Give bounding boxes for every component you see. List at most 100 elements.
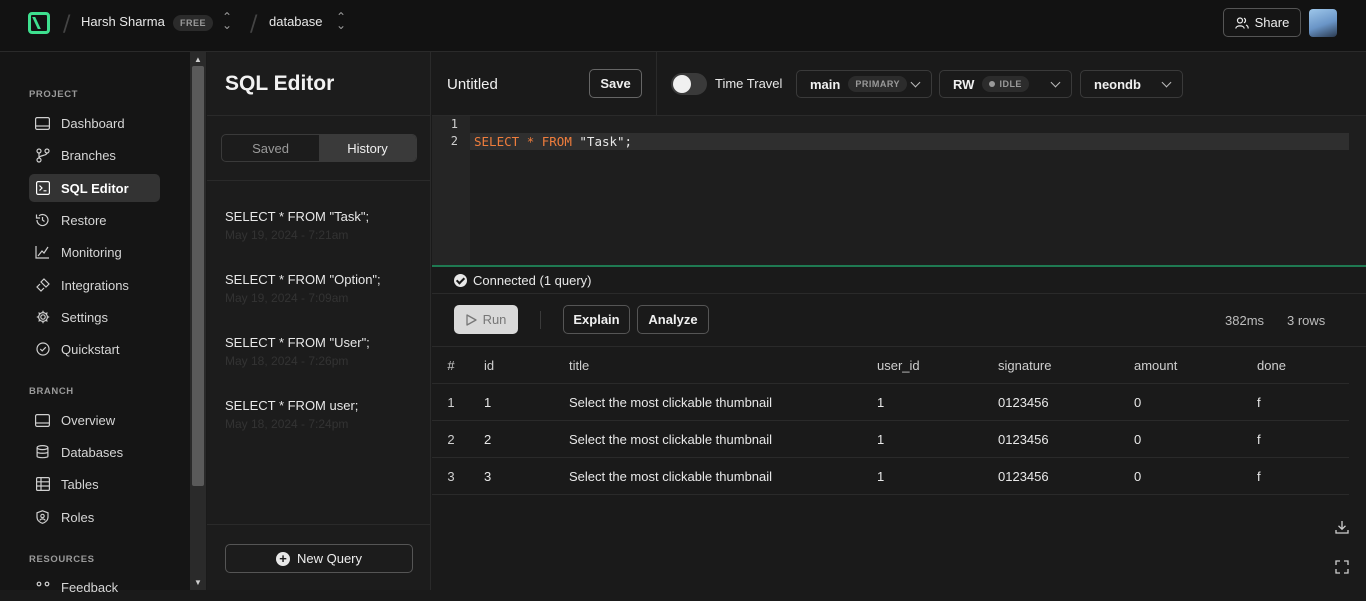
column-header[interactable]: amount — [1134, 358, 1177, 373]
sidebar-item-label: Roles — [61, 509, 95, 525]
table-cell[interactable]: 0 — [1134, 432, 1141, 447]
table-cell[interactable]: 0123456 — [998, 395, 1049, 410]
sidebar-item-roles[interactable]: Roles — [29, 503, 160, 531]
table-cell[interactable]: f — [1257, 432, 1261, 447]
sidebar-item-sql-editor[interactable]: SQL Editor — [29, 174, 160, 202]
scroll-thumb[interactable] — [192, 66, 204, 486]
download-icon[interactable] — [1334, 519, 1350, 535]
column-header[interactable]: id — [484, 358, 494, 373]
sidebar-item-dashboard[interactable]: Dashboard — [29, 109, 160, 137]
new-query-label: New Query — [296, 551, 363, 566]
table-row[interactable]: 2 2 Select the most clickable thumbnail … — [432, 421, 1349, 458]
table-cell[interactable]: 0 — [1134, 469, 1141, 484]
sidebar-item-databases[interactable]: Databases — [29, 438, 160, 466]
sidebar-item-label: SQL Editor — [61, 180, 129, 196]
analyze-button[interactable]: Analyze — [637, 305, 709, 334]
compute-value: RW — [953, 76, 975, 92]
sidebar-item-branches[interactable]: Branches — [29, 141, 160, 169]
gear-icon — [35, 310, 50, 325]
column-header[interactable]: signature — [998, 358, 1051, 373]
table-row[interactable]: 1 1 Select the most clickable thumbnail … — [432, 384, 1349, 421]
sidebar-section-resources: RESOURCES — [29, 554, 95, 565]
run-button[interactable]: Run — [454, 305, 518, 334]
sidebar-item-overview[interactable]: Overview — [29, 406, 160, 434]
history-query: SELECT * FROM "Option"; — [225, 272, 381, 287]
table-cell[interactable]: 1 — [484, 395, 491, 410]
share-button[interactable]: Share — [1223, 8, 1301, 37]
code-line-2[interactable]: SELECT * FROM "Task"; — [474, 133, 632, 150]
tab-saved[interactable]: Saved — [222, 135, 319, 161]
database-select[interactable]: neondb — [1080, 70, 1183, 98]
query-duration: 382ms — [1225, 313, 1265, 328]
time-travel-toggle[interactable] — [671, 73, 707, 95]
column-header[interactable]: title — [569, 358, 589, 373]
table-cell[interactable]: 1 — [877, 432, 884, 447]
line-gutter: 1 2 — [432, 116, 470, 265]
table-cell[interactable]: 1 — [877, 469, 884, 484]
sidebar: PROJECT Dashboard Branches SQL Editor Re… — [0, 52, 190, 595]
scroll-down-icon[interactable]: ▼ — [193, 579, 203, 587]
play-icon — [465, 313, 477, 326]
plan-badge: FREE — [173, 15, 214, 31]
check-circle-icon — [35, 342, 50, 357]
history-item[interactable]: SELECT * FROM user; May 18, 2024 - 7:24p… — [225, 398, 425, 431]
sql-history-panel: SQL Editor Saved History SELECT * FROM "… — [207, 52, 431, 590]
project-switcher-chevron-icon[interactable]: ⌃ ⌄ — [222, 11, 232, 31]
column-header: # — [447, 358, 455, 373]
table-cell[interactable]: f — [1257, 395, 1261, 410]
sidebar-item-label: Tables — [61, 476, 99, 492]
column-header[interactable]: user_id — [877, 358, 920, 373]
scroll-up-icon[interactable]: ▲ — [193, 56, 203, 64]
database-value: neondb — [1094, 76, 1141, 92]
database-switcher-chevron-icon[interactable]: ⌃ ⌄ — [336, 11, 346, 31]
table-cell[interactable]: 0123456 — [998, 469, 1049, 484]
divider — [207, 115, 431, 116]
sql-editor-icon — [35, 181, 50, 196]
sidebar-item-feedback[interactable]: Feedback — [29, 573, 160, 601]
sidebar-item-tables[interactable]: Tables — [29, 470, 160, 498]
chevron-down-icon — [910, 77, 921, 88]
history-item[interactable]: SELECT * FROM "Task"; May 19, 2024 - 7:2… — [225, 209, 425, 242]
sidebar-item-label: Dashboard — [61, 115, 125, 131]
table-cell[interactable]: f — [1257, 469, 1261, 484]
code-editor[interactable]: 1 2 SELECT * FROM "Task"; — [432, 116, 1366, 267]
save-button[interactable]: Save — [589, 69, 642, 98]
explain-button[interactable]: Explain — [563, 305, 630, 334]
table-cell[interactable]: Select the most clickable thumbnail — [569, 469, 772, 484]
table-cell[interactable]: 1 — [877, 395, 884, 410]
history-item[interactable]: SELECT * FROM "Option"; May 19, 2024 - 7… — [225, 272, 425, 305]
column-header[interactable]: done — [1257, 358, 1286, 373]
sidebar-item-quickstart[interactable]: Quickstart — [29, 335, 160, 363]
sidebar-item-label: Monitoring — [61, 244, 122, 260]
table-cell[interactable]: Select the most clickable thumbnail — [569, 395, 772, 410]
database-name[interactable]: database — [269, 14, 323, 29]
neon-logo-icon[interactable] — [28, 12, 50, 34]
history-time: May 18, 2024 - 7:24pm — [225, 417, 349, 431]
table-cell[interactable]: Select the most clickable thumbnail — [569, 432, 772, 447]
table-cell[interactable]: 2 — [484, 432, 491, 447]
table-cell[interactable]: 0123456 — [998, 432, 1049, 447]
history-item[interactable]: SELECT * FROM "User"; May 18, 2024 - 7:2… — [225, 335, 425, 368]
tab-history[interactable]: History — [319, 135, 416, 161]
table-row[interactable]: 3 3 Select the most clickable thumbnail … — [432, 458, 1349, 495]
history-time: May 19, 2024 - 7:09am — [225, 291, 349, 305]
chevron-down-icon — [1050, 77, 1061, 88]
sidebar-item-settings[interactable]: Settings — [29, 303, 160, 331]
avatar[interactable] — [1309, 9, 1337, 37]
sidebar-item-restore[interactable]: Restore — [29, 206, 160, 234]
sidebar-item-monitoring[interactable]: Monitoring — [29, 238, 160, 266]
project-name[interactable]: Harsh Sharma — [81, 14, 165, 29]
table-cell[interactable]: 0 — [1134, 395, 1141, 410]
table-cell[interactable]: 3 — [484, 469, 491, 484]
expand-icon[interactable] — [1334, 559, 1350, 575]
new-query-button[interactable]: + New Query — [225, 544, 413, 573]
line-number: 2 — [450, 134, 458, 148]
compute-select[interactable]: RW IDLE — [939, 70, 1072, 98]
time-travel-label: Time Travel — [715, 76, 783, 91]
query-title[interactable]: Untitled — [447, 76, 498, 93]
sidebar-item-integrations[interactable]: Integrations — [29, 271, 160, 299]
branch-select[interactable]: main PRIMARY — [796, 70, 932, 98]
sidebar-scrollbar[interactable]: ▲ ▼ — [190, 52, 206, 590]
code-keyword: FROM — [541, 134, 572, 149]
sidebar-section-project: PROJECT — [29, 89, 79, 100]
